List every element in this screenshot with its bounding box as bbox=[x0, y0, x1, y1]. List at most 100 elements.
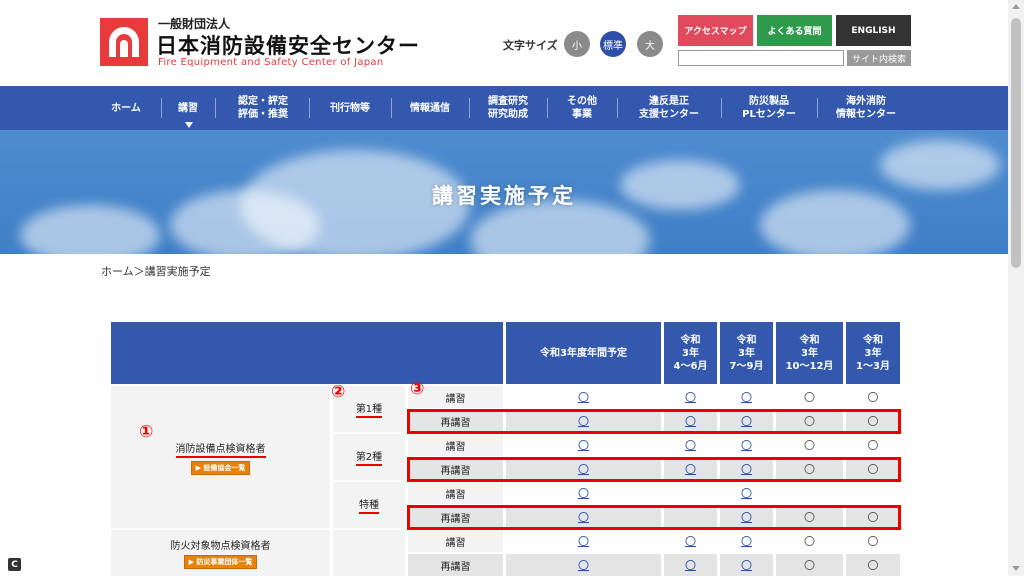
annotation-2: ② bbox=[331, 382, 346, 402]
font-size-large-button[interactable]: 大 bbox=[637, 31, 663, 57]
table-cell: 〇 bbox=[776, 386, 843, 408]
disaster-org-list-button[interactable]: ▶ 防災事業団体一覧 bbox=[183, 555, 258, 569]
table-cell bbox=[664, 482, 717, 504]
nav-item-info-comm[interactable]: 情報通信 bbox=[395, 86, 465, 130]
highlight-box bbox=[407, 409, 901, 434]
class-special: 特種 bbox=[333, 482, 405, 528]
table-cell: 〇 bbox=[776, 554, 843, 576]
qualification-fire-prevention-inspector: 防火対象物点検資格者 ▶ 防災事業団体一覧 bbox=[111, 530, 330, 576]
schedule-link[interactable]: 〇 bbox=[578, 533, 589, 549]
row-type-course: 講習 bbox=[408, 482, 503, 504]
english-button[interactable]: ENGLISH bbox=[836, 15, 911, 46]
schedule-link[interactable]: 〇 bbox=[685, 557, 696, 573]
table-cell: 〇 bbox=[776, 530, 843, 552]
page-hero: 講習実施予定 bbox=[0, 130, 1008, 254]
access-map-button[interactable]: アクセスマップ bbox=[678, 15, 753, 46]
main-nav: ホーム 講習 認定・評定 評価・推奨 刊行物等 情報通信 調査研究 研究助成 そ… bbox=[0, 86, 1008, 130]
schedule-mark: 〇 bbox=[804, 439, 815, 452]
row-type-recourse: 再講習 bbox=[408, 554, 503, 576]
table-cell bbox=[846, 482, 900, 504]
schedule-link[interactable]: 〇 bbox=[741, 533, 752, 549]
schedule-mark: 〇 bbox=[867, 535, 879, 548]
nav-item-home[interactable]: ホーム bbox=[98, 86, 154, 130]
schedule-link[interactable]: 〇 bbox=[578, 437, 589, 453]
nav-item-overseas[interactable]: 海外消防 情報センター bbox=[821, 86, 911, 130]
nav-item-publications[interactable]: 刊行物等 bbox=[313, 86, 387, 130]
annotation-3: ③ bbox=[410, 379, 425, 399]
table-cell: 〇 bbox=[664, 530, 717, 552]
table-header-q3: 令和 3年 10〜12月 bbox=[776, 322, 843, 384]
site-header: 一般財団法人 日本消防設備安全センター Fire Equipment and S… bbox=[0, 0, 1008, 86]
nav-item-research[interactable]: 調査研究 研究助成 bbox=[473, 86, 543, 130]
faq-button[interactable]: よくある質問 bbox=[757, 15, 832, 46]
table-cell: 〇 bbox=[720, 530, 773, 552]
table-cell: 〇 bbox=[664, 386, 717, 408]
table-cell: 〇 bbox=[846, 434, 900, 456]
class-blank bbox=[333, 530, 405, 576]
table-cell bbox=[776, 482, 843, 504]
table-cell: 〇 bbox=[506, 554, 661, 576]
page-title: 講習実施予定 bbox=[432, 184, 576, 208]
table-cell: 〇 bbox=[506, 530, 661, 552]
schedule-link[interactable]: 〇 bbox=[578, 485, 589, 501]
class-type2: 第2種 bbox=[333, 434, 405, 480]
schedule-mark: 〇 bbox=[804, 535, 815, 548]
row-type-course: 講習 bbox=[408, 434, 503, 456]
table-cell: 〇 bbox=[664, 434, 717, 456]
table-cell: 〇 bbox=[506, 482, 661, 504]
row-type-course: 講習 bbox=[408, 530, 503, 552]
schedule-link[interactable]: 〇 bbox=[685, 389, 696, 405]
schedule-mark: 〇 bbox=[804, 391, 815, 404]
annotation-1: ① bbox=[139, 422, 154, 442]
table-cell: 〇 bbox=[720, 554, 773, 576]
nav-active-arrow-icon bbox=[185, 122, 193, 128]
qualification-name: 消防設備点検資格者 bbox=[175, 440, 266, 458]
font-size-standard-button[interactable]: 標準 bbox=[600, 31, 626, 57]
site-search-input[interactable] bbox=[678, 50, 844, 66]
font-size-label: 文字サイズ bbox=[503, 39, 558, 52]
schedule-link[interactable]: 〇 bbox=[741, 485, 752, 501]
table-cell: 〇 bbox=[506, 434, 661, 456]
breadcrumb[interactable]: ホーム＞講習実施予定 bbox=[101, 263, 211, 279]
schedule-link[interactable]: 〇 bbox=[741, 557, 752, 573]
font-size-small-button[interactable]: 小 bbox=[564, 31, 590, 57]
table-cell: 〇 bbox=[664, 554, 717, 576]
table-cell: 〇 bbox=[846, 554, 900, 576]
schedule-link[interactable]: 〇 bbox=[578, 389, 589, 405]
schedule-mark: 〇 bbox=[867, 391, 879, 404]
schedule-link[interactable]: 〇 bbox=[741, 389, 752, 405]
nav-item-certification[interactable]: 認定・評定 評価・推奨 bbox=[219, 86, 307, 130]
association-list-button[interactable]: ▶ 設備協会一覧 bbox=[190, 460, 251, 475]
qualification-equipment-inspector: 消防設備点検資格者 ▶ 設備協会一覧 bbox=[111, 386, 330, 528]
scroll-up-icon[interactable] bbox=[1012, 4, 1020, 9]
table-header-q4: 令和 3年 1〜3月 bbox=[846, 322, 900, 384]
schedule-mark: 〇 bbox=[867, 439, 879, 452]
schedule-link[interactable]: 〇 bbox=[685, 437, 696, 453]
nav-item-pl-center[interactable]: 防災製品 PLセンター bbox=[725, 86, 813, 130]
scrollbar-thumb[interactable] bbox=[1011, 18, 1021, 268]
table-cell: 〇 bbox=[720, 386, 773, 408]
site-title-en: Fire Equipment and Safety Center of Japa… bbox=[158, 57, 384, 68]
table-cell: 〇 bbox=[720, 434, 773, 456]
extension-c-icon[interactable]: C bbox=[8, 558, 21, 571]
highlight-box bbox=[407, 457, 901, 482]
table-header-q2: 令和 3年 7〜9月 bbox=[720, 322, 773, 384]
table-cell: 〇 bbox=[506, 386, 661, 408]
table-header-annual: 令和3年度年間予定 bbox=[506, 322, 661, 384]
table-header-q1: 令和 3年 4〜6月 bbox=[664, 322, 717, 384]
table-cell: 〇 bbox=[846, 386, 900, 408]
qualification-name: 防火対象物点検資格者 bbox=[170, 541, 271, 552]
scroll-down-icon[interactable] bbox=[1012, 566, 1020, 571]
schedule-link[interactable]: 〇 bbox=[578, 557, 589, 573]
table-cell: 〇 bbox=[846, 530, 900, 552]
schedule-mark: 〇 bbox=[804, 559, 815, 572]
site-title[interactable]: 日本消防設備安全センター bbox=[156, 30, 420, 60]
schedule-link[interactable]: 〇 bbox=[741, 437, 752, 453]
schedule-mark: 〇 bbox=[867, 559, 879, 572]
logo-icon[interactable] bbox=[100, 18, 148, 66]
nav-item-other[interactable]: その他 事業 bbox=[551, 86, 613, 130]
schedule-link[interactable]: 〇 bbox=[685, 533, 696, 549]
site-search-button[interactable]: サイト内検索 bbox=[847, 50, 911, 66]
table-cell: 〇 bbox=[720, 482, 773, 504]
nav-item-violation-support[interactable]: 違反是正 支援センター bbox=[621, 86, 717, 130]
